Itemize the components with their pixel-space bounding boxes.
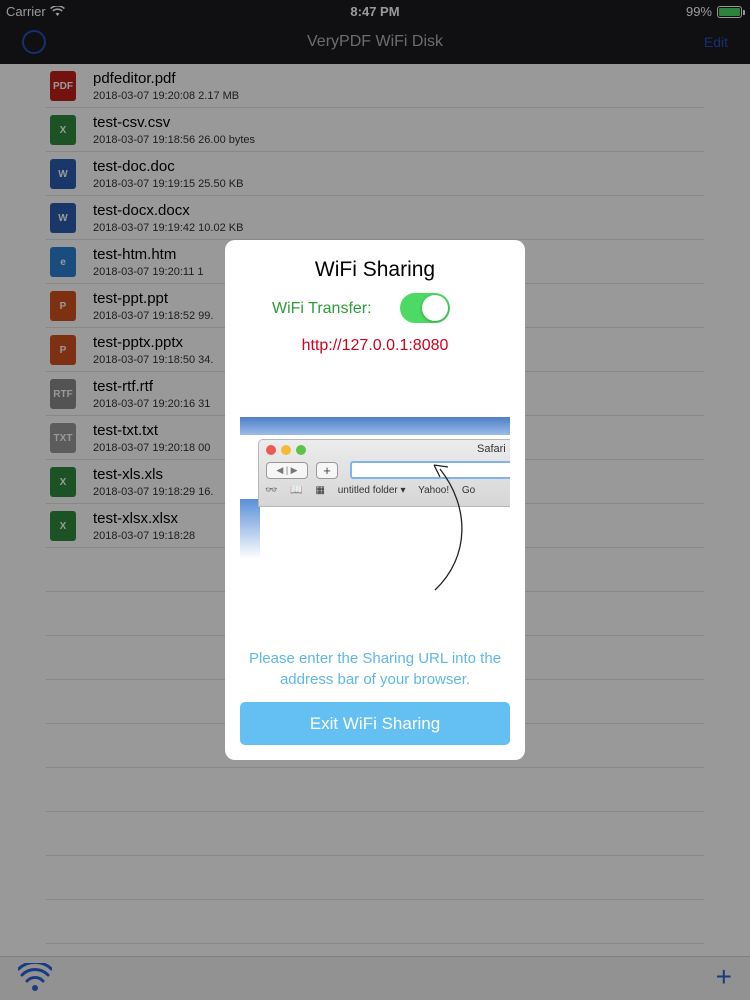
browser-illustration: Safari ◀ | ▶ + 👓 📖 ▦ untitled folder ▾ Y… bbox=[240, 417, 510, 622]
wifi-transfer-toggle[interactable] bbox=[400, 293, 450, 323]
pointer-arrow-icon bbox=[433, 464, 463, 591]
dialog-title: WiFi Sharing bbox=[314, 258, 436, 281]
sharing-url: http://127.0.0.1:8080 bbox=[301, 337, 449, 354]
wifi-transfer-label: WiFi Transfer: bbox=[272, 300, 372, 317]
sharing-instructions: Please enter the Sharing URL into the ad… bbox=[248, 650, 502, 688]
exit-wifi-sharing-button[interactable]: Exit WiFi Sharing bbox=[240, 702, 510, 745]
toggle-knob bbox=[422, 295, 448, 321]
wifi-sharing-dialog: WiFi Sharing WiFi Transfer: http://127.0… bbox=[225, 240, 525, 760]
